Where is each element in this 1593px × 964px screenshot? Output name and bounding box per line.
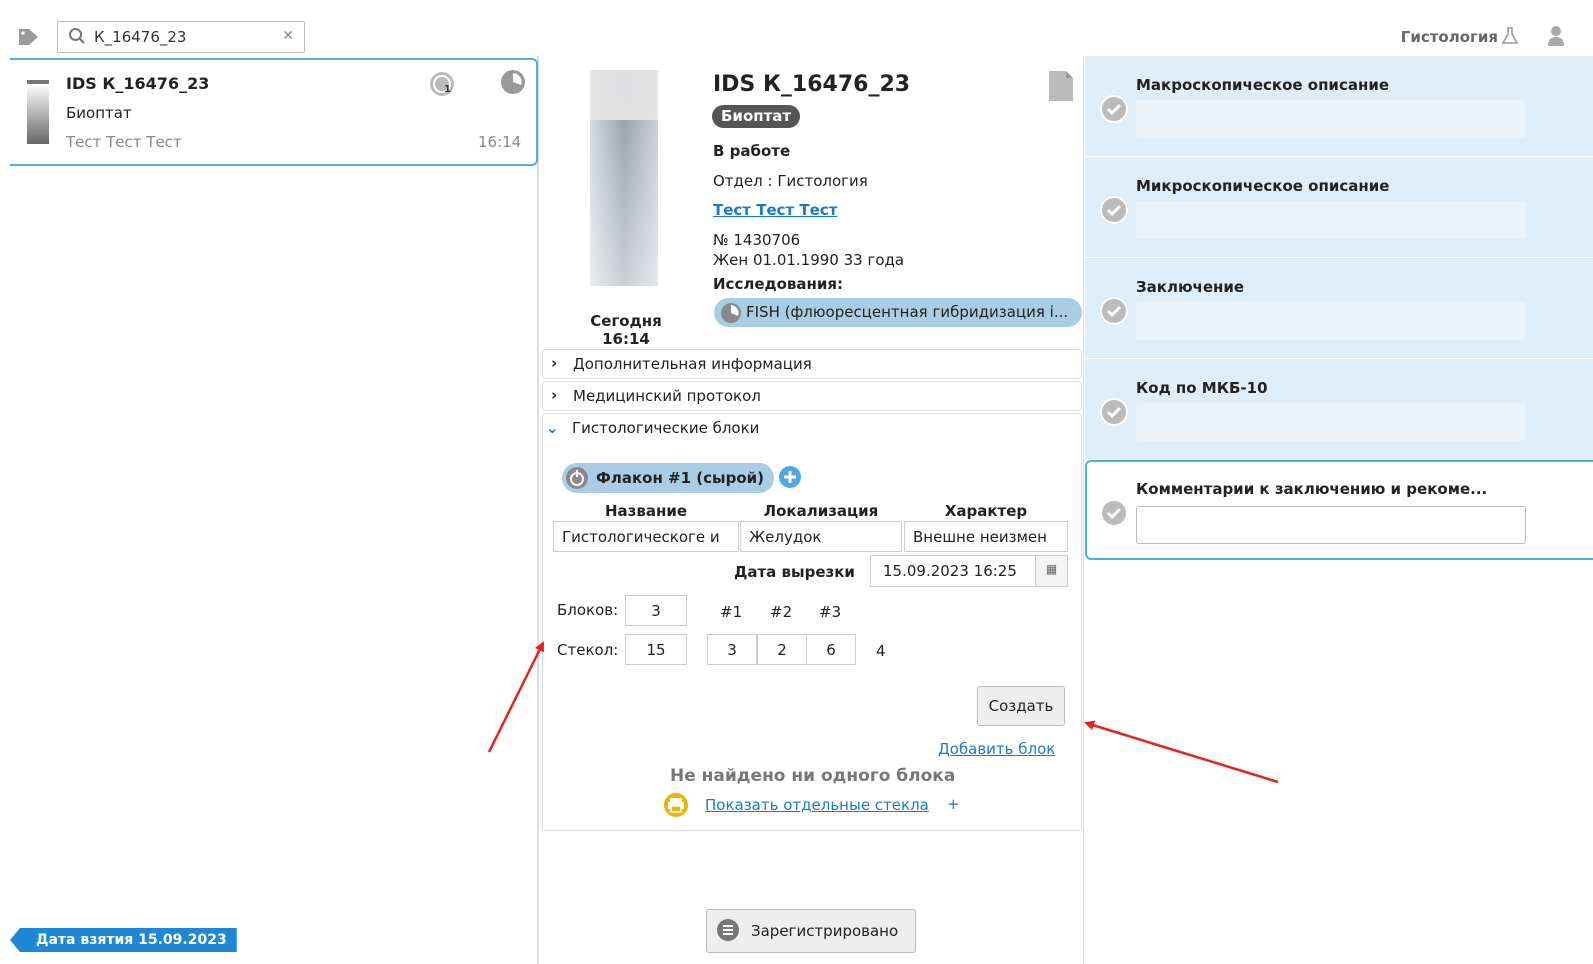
slide-thumbnail-icon (27, 80, 49, 144)
chevron-down-icon[interactable]: ⌄ (546, 419, 559, 437)
case-list-panel (0, 56, 539, 964)
section-title: Заключение (1136, 278, 1245, 296)
section-icd10[interactable]: Код по МКБ-10 (1085, 359, 1593, 460)
block-column-1: #1 (720, 603, 743, 621)
no-blocks-message: Не найдено ни одного блока (670, 766, 956, 786)
check-icon[interactable] (1099, 397, 1129, 427)
user-icon[interactable] (1547, 25, 1565, 47)
patient-number: № 1430706 (713, 231, 801, 249)
add-flacon-icon[interactable] (778, 465, 802, 489)
slides-label: Стекол: (557, 641, 619, 659)
patient-dob: Жен 01.01.1990 33 года (713, 251, 905, 269)
slides-remainder: 4 (876, 642, 886, 660)
cut-date-input[interactable] (871, 556, 1035, 586)
create-button[interactable]: Создать (977, 686, 1065, 726)
check-icon[interactable] (1099, 498, 1129, 528)
created-day: Сегодня (590, 312, 662, 330)
case-title: IDS К_16476_23 (66, 74, 210, 93)
case-time: 16:14 (478, 133, 522, 151)
flacon-pill[interactable]: Флакон #1 (сырой) (562, 463, 775, 493)
case-patient: Тест Тест Тест (66, 133, 182, 151)
patient-link[interactable]: Тест Тест Тест (713, 201, 837, 219)
check-icon[interactable] (1099, 195, 1129, 225)
list-icon (717, 919, 739, 941)
section-conclusion[interactable]: Заключение (1085, 258, 1593, 359)
show-slides-link[interactable]: Показать отдельные стекла (705, 796, 929, 814)
case-status: В работе (713, 142, 791, 160)
clock-icon (501, 70, 525, 94)
created-time: 16:14 (602, 330, 650, 348)
localization-field[interactable]: Желудок (740, 521, 902, 552)
document-icon[interactable] (1048, 70, 1074, 102)
tag-icon[interactable] (18, 28, 40, 46)
flask-icon[interactable] (1502, 27, 1518, 45)
section-title: Микроскопическое описание (1136, 177, 1390, 195)
blocks-label: Блоков: (557, 601, 619, 619)
studies-label: Исследования: (713, 275, 844, 293)
name-field[interactable]: Гистологическоге и (553, 521, 739, 552)
case-detail-title: IDS К_16476_23 (713, 72, 911, 97)
history-badge-icon[interactable]: 1 (428, 70, 456, 98)
remove-filter-icon[interactable]: × (242, 926, 254, 942)
section-text-field[interactable] (1136, 100, 1526, 138)
material-type-badge: Биоптат (712, 105, 801, 128)
add-slide-link[interactable]: + (947, 795, 960, 813)
block-2-slides-input[interactable]: 2 (757, 634, 807, 665)
section-text-field[interactable] (1136, 302, 1526, 340)
section-title: Комментарии к заключению и рекоме... (1136, 480, 1488, 498)
study-pill[interactable]: FISH (флюоресцентная гибридизация i... (714, 298, 1082, 327)
block-column-3: #3 (819, 603, 842, 621)
cut-date-field[interactable]: ▦ (870, 555, 1068, 587)
accordion-histology-blocks[interactable]: Гистологические блоки (572, 419, 759, 437)
case-type: Биоптат (66, 104, 132, 122)
column-character: Характер (944, 502, 1028, 520)
section-title: Макроскопическое описание (1136, 76, 1390, 94)
slides-count-input[interactable]: 15 (625, 634, 687, 665)
case-department: Отдел : Гистология (713, 172, 868, 190)
calendar-icon[interactable]: ▦ (1035, 556, 1067, 586)
search-input[interactable] (94, 26, 274, 48)
check-icon[interactable] (1099, 296, 1129, 326)
section-comments[interactable]: Комментарии к заключению и рекоме... (1085, 460, 1593, 560)
section-text-field[interactable] (1136, 201, 1526, 239)
date-filter-tag[interactable]: Дата взятия 15.09.2023 (10, 928, 237, 952)
check-icon[interactable] (1099, 94, 1129, 124)
accordion-label: Медицинский протокол (573, 387, 761, 405)
section-text-field[interactable] (1136, 403, 1526, 441)
search-box[interactable]: ✕ (57, 21, 305, 53)
block-3-slides-input[interactable]: 6 (806, 634, 856, 665)
block-column-2: #2 (770, 603, 793, 621)
chevron-right-icon: › (551, 354, 558, 372)
section-macroscopic[interactable]: Макроскопическое описание (1085, 56, 1593, 157)
character-field[interactable]: Внешне неизмен (904, 521, 1068, 552)
comments-input[interactable] (1136, 506, 1526, 544)
clock-icon (721, 303, 741, 323)
column-localization: Локализация (763, 502, 879, 520)
section-title: Код по МКБ-10 (1136, 379, 1268, 397)
department-label[interactable]: Гистология (1401, 28, 1498, 46)
block-1-slides-input[interactable]: 3 (707, 634, 757, 665)
column-name: Название (604, 502, 688, 520)
print-icon[interactable] (663, 792, 689, 818)
power-icon[interactable] (565, 466, 589, 490)
blocks-count-input[interactable]: 3 (625, 595, 687, 626)
slide-image (590, 70, 658, 286)
clear-search-icon[interactable]: ✕ (282, 28, 294, 44)
section-microscopic[interactable]: Микроскопическое описание (1085, 157, 1593, 258)
accordion-additional-info[interactable]: › Дополнительная информация (542, 349, 1082, 379)
add-block-link[interactable]: Добавить блок (938, 740, 1055, 758)
search-icon (69, 28, 85, 44)
badge-count: 1 (444, 84, 451, 95)
cut-date-label: Дата вырезки (734, 563, 855, 581)
accordion-medical-protocol[interactable]: › Медицинский протокол (542, 381, 1082, 411)
chevron-right-icon: › (551, 386, 558, 404)
accordion-label: Дополнительная информация (573, 355, 812, 373)
